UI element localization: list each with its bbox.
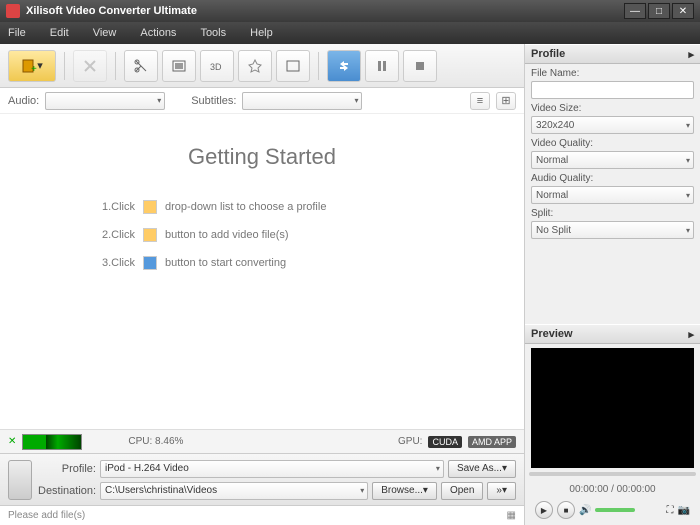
videosize-select[interactable]: 320x240 bbox=[531, 116, 694, 134]
preview-video bbox=[531, 348, 694, 468]
profile-icon bbox=[143, 200, 157, 214]
pause-button[interactable] bbox=[365, 50, 399, 82]
filename-input[interactable] bbox=[531, 81, 694, 99]
view-grid-button[interactable]: ⊞ bbox=[496, 92, 516, 110]
stop-button[interactable] bbox=[403, 50, 437, 82]
videosize-label: Video Size: bbox=[531, 103, 694, 114]
menubar: File Edit View Actions Tools Help bbox=[0, 22, 700, 44]
destination-label: Destination: bbox=[38, 485, 96, 497]
content-area: Getting Started 1.Click drop-down list t… bbox=[0, 114, 524, 429]
app-logo bbox=[6, 4, 20, 18]
menu-actions[interactable]: Actions bbox=[140, 27, 176, 39]
volume-icon[interactable]: 🔊 bbox=[579, 505, 591, 516]
videoquality-label: Video Quality: bbox=[531, 138, 694, 149]
delete-button[interactable] bbox=[73, 50, 107, 82]
svg-text:3D: 3D bbox=[210, 62, 222, 72]
pause-icon bbox=[374, 58, 390, 74]
step-2: 2.Click button to add video file(s) bbox=[102, 228, 422, 242]
volume-slider[interactable] bbox=[595, 508, 635, 512]
add-file-icon bbox=[143, 228, 157, 242]
save-as-button[interactable]: Save As... ▾ bbox=[448, 460, 516, 478]
profile-select[interactable]: iPod - H.264 Video bbox=[100, 460, 444, 478]
cpu-bar: ✕ CPU: 8.46% GPU: CUDA AMD APP bbox=[0, 429, 524, 453]
chevron-right-icon: ▸ bbox=[688, 48, 694, 61]
audio-select[interactable] bbox=[45, 92, 165, 110]
chevron-right-icon: ▸ bbox=[688, 328, 694, 341]
subtitles-select[interactable] bbox=[242, 92, 362, 110]
cpu-label: CPU: 8.46% bbox=[128, 436, 183, 447]
amd-badge: AMD APP bbox=[468, 436, 516, 448]
cpu-waveform bbox=[22, 434, 82, 450]
filename-label: File Name: bbox=[531, 68, 694, 79]
menu-help[interactable]: Help bbox=[250, 27, 273, 39]
destination-input[interactable]: C:\Users\christina\Videos bbox=[100, 482, 368, 500]
split-select[interactable]: No Split bbox=[531, 221, 694, 239]
menu-edit[interactable]: Edit bbox=[50, 27, 69, 39]
close-button[interactable]: ✕ bbox=[672, 3, 694, 19]
preview-panel-header[interactable]: Preview ▸ bbox=[525, 324, 700, 344]
audio-label: Audio: bbox=[8, 95, 39, 107]
toolbar: +▾ 3D bbox=[0, 44, 524, 88]
star-icon bbox=[247, 58, 263, 74]
status-bar: Please add file(s) ▦ bbox=[0, 505, 524, 525]
device-icon bbox=[8, 460, 32, 500]
titlebar: Xilisoft Video Converter Ultimate — □ ✕ bbox=[0, 0, 700, 22]
open-button[interactable]: Open bbox=[441, 482, 483, 500]
action-button[interactable]: »▾ bbox=[487, 482, 516, 500]
3d-button[interactable]: 3D bbox=[200, 50, 234, 82]
snapshot-icon[interactable]: 📷 bbox=[678, 505, 690, 516]
minimize-button[interactable]: — bbox=[624, 3, 646, 19]
split-label: Split: bbox=[531, 208, 694, 219]
audioquality-label: Audio Quality: bbox=[531, 173, 694, 184]
add-file-button[interactable]: +▾ bbox=[8, 50, 56, 82]
filter-bar: Audio: Subtitles: ≡ ⊞ bbox=[0, 88, 524, 114]
status-icon[interactable]: ▦ bbox=[507, 510, 516, 521]
svg-text:+: + bbox=[31, 64, 37, 74]
preview-time: 00:00:00 / 00:00:00 bbox=[529, 480, 696, 499]
effects-button[interactable] bbox=[238, 50, 272, 82]
fullscreen-icon[interactable]: ⛶ bbox=[667, 505, 674, 516]
merge-button[interactable] bbox=[276, 50, 310, 82]
menu-file[interactable]: File bbox=[8, 27, 26, 39]
cut-button[interactable] bbox=[124, 50, 158, 82]
stop-icon bbox=[412, 58, 428, 74]
getting-started-title: Getting Started bbox=[188, 144, 336, 170]
x-icon bbox=[82, 58, 98, 74]
checkbox-icon[interactable]: ✕ bbox=[8, 436, 16, 447]
audioquality-select[interactable]: Normal bbox=[531, 186, 694, 204]
cuda-badge: CUDA bbox=[428, 436, 462, 448]
videoquality-select[interactable]: Normal bbox=[531, 151, 694, 169]
play-button[interactable]: ▶ bbox=[535, 501, 553, 519]
convert-icon bbox=[336, 58, 352, 74]
clip-button[interactable] bbox=[162, 50, 196, 82]
preview-seekbar[interactable] bbox=[529, 472, 696, 476]
stop-preview-button[interactable]: ■ bbox=[557, 501, 575, 519]
3d-icon: 3D bbox=[209, 58, 225, 74]
view-list-button[interactable]: ≡ bbox=[470, 92, 490, 110]
scissors-icon bbox=[133, 58, 149, 74]
convert-step-icon bbox=[143, 256, 157, 270]
film-merge-icon bbox=[285, 58, 301, 74]
status-message: Please add file(s) bbox=[8, 510, 85, 521]
profile-panel-header[interactable]: Profile ▸ bbox=[525, 44, 700, 64]
profile-label: Profile: bbox=[38, 463, 96, 475]
menu-tools[interactable]: Tools bbox=[200, 27, 226, 39]
step-3: 3.Click button to start converting bbox=[102, 256, 422, 270]
browse-button[interactable]: Browse... ▾ bbox=[372, 482, 437, 500]
film-add-icon: + bbox=[21, 58, 37, 74]
menu-view[interactable]: View bbox=[93, 27, 117, 39]
maximize-button[interactable]: □ bbox=[648, 3, 670, 19]
subtitles-label: Subtitles: bbox=[191, 95, 236, 107]
profile-bar: Profile: iPod - H.264 Video Save As... ▾… bbox=[0, 453, 524, 505]
window-title: Xilisoft Video Converter Ultimate bbox=[26, 5, 622, 17]
step-1: 1.Click drop-down list to choose a profi… bbox=[102, 200, 422, 214]
gpu-label: GPU: bbox=[398, 436, 422, 447]
convert-button[interactable] bbox=[327, 50, 361, 82]
film-icon bbox=[171, 58, 187, 74]
